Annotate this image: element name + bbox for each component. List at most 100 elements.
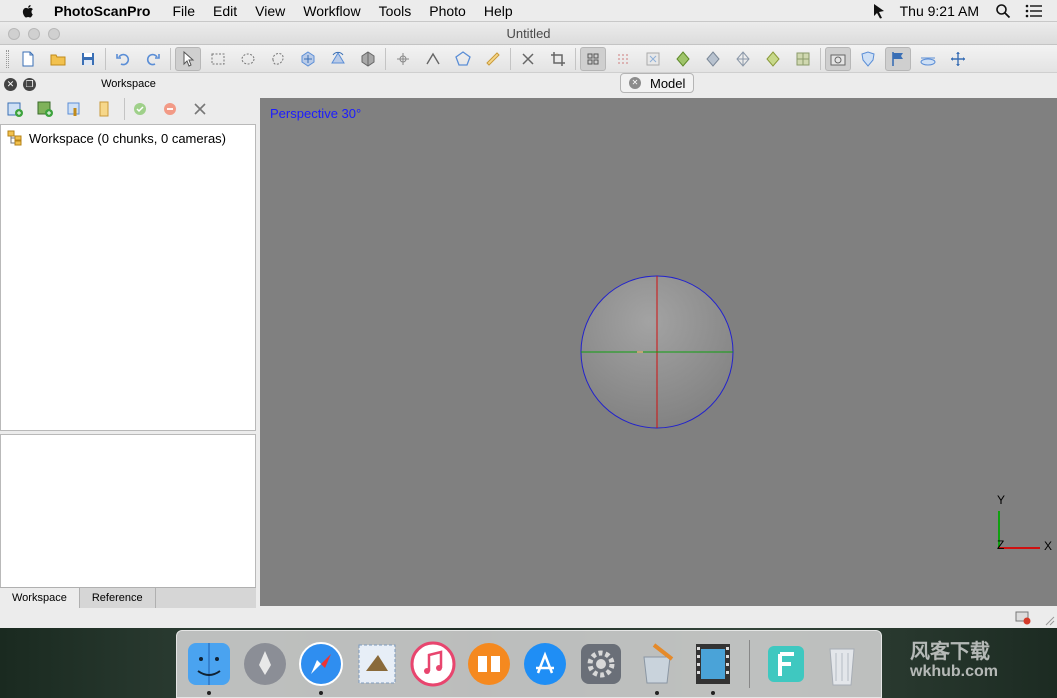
show-region-toggle[interactable] [915,47,941,71]
delete-x-icon [522,52,534,65]
crosshair-icon [397,52,409,65]
z-axis-label: Z [997,538,1005,552]
check-circle-icon [134,103,146,115]
menu-bar: PhotoScanPro File Edit View Workflow Too… [0,0,1057,22]
site-watermark: 风客下载 wkhub.com [910,642,998,682]
add-chunk-button[interactable] [4,97,26,121]
running-indicator [655,691,659,695]
apple-icon[interactable] [20,3,36,19]
workspace-tree[interactable]: Workspace (0 chunks, 0 cameras) [0,124,256,431]
scale-object-icon [361,50,375,67]
dock-mail[interactable] [353,640,401,688]
save-icon [82,52,94,65]
crop-selection-button[interactable] [545,47,571,71]
new-document-button[interactable] [15,47,41,71]
dock-launchpad[interactable] [241,640,289,688]
app-name-menu[interactable]: PhotoScanPro [54,3,150,19]
save-button[interactable] [75,47,101,71]
finder-icon [188,643,230,685]
trackball-svg [580,275,734,429]
scale-object-button[interactable] [355,47,381,71]
dock-photoscan[interactable] [689,640,737,695]
open-button[interactable] [45,47,71,71]
dock-finder[interactable] [185,640,233,695]
textured-model-button[interactable] [760,47,786,71]
dock-trash[interactable] [818,640,866,688]
rotate-object-button[interactable] [325,47,351,71]
dense-cloud-button[interactable] [640,47,666,71]
free-form-selection-button[interactable] [265,47,291,71]
window-title: Untitled [506,26,551,41]
region-icon [920,57,936,65]
tree-item-workspace[interactable]: Workspace (0 chunks, 0 cameras) [7,130,226,146]
notification-center-icon[interactable] [1025,4,1043,18]
trash-icon [829,648,855,686]
textured-model-icon [766,50,780,67]
toolbar-grip[interactable] [6,49,9,68]
menu-tools[interactable]: Tools [379,3,412,19]
x-axis-label: X [1044,539,1053,553]
menu-photo[interactable]: Photo [429,3,466,19]
tiled-model-button[interactable] [790,47,816,71]
close-tab-icon[interactable]: ✕ [629,77,641,89]
reset-view-button[interactable] [945,47,971,71]
polyline-tool-button[interactable] [420,47,446,71]
status-cursor-icon[interactable] [872,3,886,19]
circle-selection-button[interactable] [235,47,261,71]
polygon-icon [455,50,471,66]
tab-workspace[interactable]: Workspace [0,588,80,609]
ruler-icon [486,51,500,66]
solid-model-button[interactable] [700,47,726,71]
resize-grip-icon[interactable] [1045,616,1055,626]
add-chunk-icon [7,102,23,117]
show-cameras-button[interactable] [580,46,606,71]
title-bar[interactable]: Untitled [0,22,1057,45]
undo-button[interactable] [110,47,136,71]
redo-button[interactable] [140,47,166,71]
move-object-button[interactable] [295,47,321,71]
menu-workflow[interactable]: Workflow [303,3,360,19]
properties-pane [0,434,256,588]
add-photos-button[interactable] [34,97,56,121]
menu-file[interactable]: File [172,3,195,19]
menu-view[interactable]: View [255,3,285,19]
menu-help[interactable]: Help [484,3,513,19]
show-cameras-toggle[interactable] [825,46,851,71]
undo-icon [116,53,130,65]
rotate-object-icon [331,51,345,63]
model-viewport[interactable]: Perspective 30° Y Z X [260,98,1057,606]
dock-safari[interactable] [297,640,345,695]
shaded-model-button[interactable] [670,47,696,71]
spotlight-search-icon[interactable] [995,3,1011,19]
remove-items-button[interactable] [189,97,211,121]
dock-itunes[interactable] [409,640,457,688]
dock-system-preferences[interactable] [577,640,625,688]
close-x-icon [194,103,206,115]
polygon-tool-button[interactable] [450,47,476,71]
enable-cameras-button[interactable] [129,97,151,121]
running-indicator [319,691,323,695]
show-markers-toggle[interactable] [885,46,911,71]
disable-cameras-button[interactable] [159,97,181,121]
dock-ibooks[interactable] [465,640,513,688]
add-markers-button[interactable] [94,97,116,121]
tab-reference[interactable]: Reference [80,588,156,609]
tab-model[interactable]: ✕ Model [620,73,694,93]
show-shapes-toggle[interactable] [855,47,881,71]
wireframe-model-button[interactable] [730,47,756,71]
ruler-tool-button[interactable] [480,47,506,71]
network-status-icon[interactable] [1015,611,1031,625]
marker-tool-button[interactable] [390,47,416,71]
dock-app-store[interactable] [521,640,569,688]
menu-edit[interactable]: Edit [213,3,237,19]
point-cloud-button[interactable] [610,47,636,71]
add-folder-button[interactable] [64,97,86,121]
dock-cleaner-app[interactable] [633,640,681,695]
rectangle-selection-icon [211,53,225,64]
rectangle-selection-button[interactable] [205,47,231,71]
menubar-clock[interactable]: Thu 9:21 AM [900,3,979,19]
toolbar-separator [385,47,386,70]
navigation-tool-button[interactable] [175,46,201,71]
dock-filmora[interactable] [762,640,810,688]
delete-selection-button[interactable] [515,47,541,71]
